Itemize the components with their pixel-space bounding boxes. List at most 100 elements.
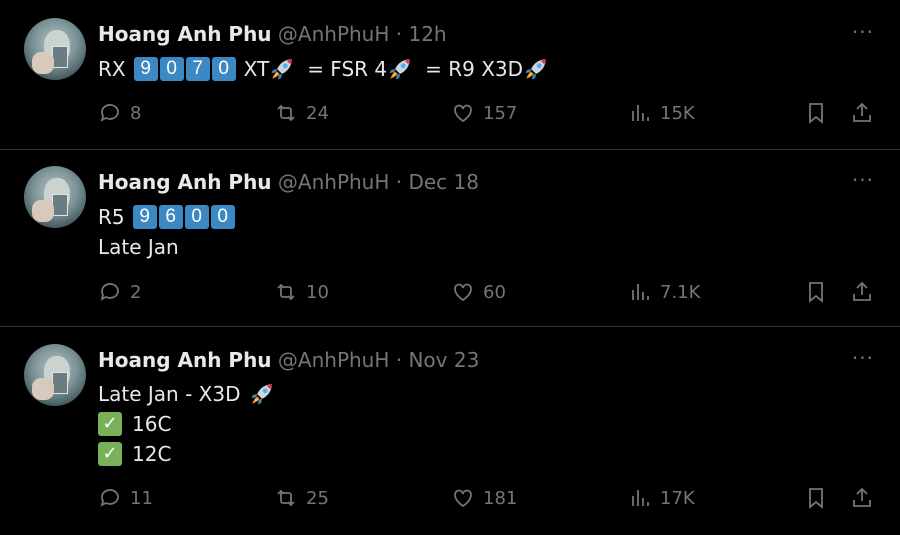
share-button[interactable] [850,101,874,125]
more-options-icon[interactable]: ··· [852,168,874,192]
reply-count: 8 [130,102,142,124]
text-end: = R9 X3D [425,57,524,81]
reply-count: 11 [130,487,153,509]
tweet-line: R5 9 6 0 0 [98,202,237,232]
timestamp[interactable]: Nov 23 [408,348,479,372]
keycap-digit: 9 [132,205,157,229]
like-button[interactable]: 60 [451,280,506,304]
tweet[interactable]: Hoang Anh Phu @AnhPhuH · Nov 23 ··· Late… [0,327,900,535]
views-button[interactable]: 7.1K [628,280,700,304]
rocket-emoji-icon [249,381,275,407]
text-line: 16C [132,412,172,436]
timestamp[interactable]: 12h [408,22,446,46]
tweet-text: R5 9 6 0 0 Late Jan [98,202,237,262]
tweet-line: RX 9 0 7 0 XT = FSR 4 = R9 X3D [98,54,549,84]
views-count: 17K [660,487,695,509]
retweet-button[interactable]: 10 [274,280,329,304]
like-button[interactable]: 157 [451,101,517,125]
retweet-count: 24 [306,102,329,124]
tweet-header: Hoang Anh Phu @AnhPhuH · Dec 18 [98,170,479,194]
share-button[interactable] [850,280,874,304]
reply-icon [100,104,119,122]
more-options-icon[interactable]: ··· [852,20,874,44]
share-icon [853,281,871,301]
avatar[interactable] [24,166,86,228]
author-name[interactable]: Hoang Anh Phu [98,348,272,372]
avatar[interactable] [24,344,86,406]
timestamp[interactable]: Dec 18 [408,170,479,194]
keycap-digit: 6 [158,205,183,229]
separator-dot: · [395,170,403,194]
retweet-icon [277,489,295,507]
keycap-digit: 0 [184,205,209,229]
avatar-hand [32,52,54,74]
keycap-digit: 0 [211,57,236,81]
bookmark-button[interactable] [804,486,828,510]
tweet-text: Late Jan - X3D ✓ 16C ✓ 12C [98,379,275,469]
bookmark-button[interactable] [804,280,828,304]
bookmark-icon [809,488,823,509]
text-line: Late Jan - X3D [98,382,241,406]
author-name[interactable]: Hoang Anh Phu [98,170,272,194]
retweet-count: 10 [306,281,329,303]
action-bar: 2 10 60 7.1K [98,280,876,310]
avatar-hand [32,200,54,222]
text-line: 12C [132,442,172,466]
author-handle[interactable]: @AnhPhuH [278,22,389,46]
like-count: 157 [483,102,518,124]
more-options-icon[interactable]: ··· [852,346,874,370]
views-count: 7.1K [660,281,701,303]
retweet-button[interactable]: 24 [274,101,329,125]
tweet-line: Late Jan - X3D [98,379,275,409]
keycap-digit: 7 [185,57,210,81]
rocket-emoji-icon [387,56,413,82]
bookmark-icon [809,282,823,303]
keycap-digit: 0 [210,205,235,229]
avatar-card [52,372,68,394]
author-name[interactable]: Hoang Anh Phu [98,22,272,46]
share-button[interactable] [850,486,874,510]
like-count: 60 [483,281,506,303]
tweet-header: Hoang Anh Phu @AnhPhuH · 12h [98,22,447,46]
views-button[interactable]: 15K [628,101,695,125]
views-button[interactable]: 17K [628,486,695,510]
avatar-card [52,46,68,68]
tweet-line: ✓ 16C [98,409,275,439]
text-prefix: RX [98,57,126,81]
bookmark-icon [809,103,823,124]
avatar[interactable] [24,18,86,80]
retweet-button[interactable]: 25 [274,486,329,510]
check-mark-icon: ✓ [98,412,122,436]
avatar-hand [32,378,54,400]
author-handle[interactable]: @AnhPhuH [278,170,389,194]
text-suffix: XT [243,57,270,81]
reply-button[interactable]: 11 [98,486,153,510]
views-chart-icon [632,284,649,300]
views-chart-icon [632,490,649,506]
tweet-text: RX 9 0 7 0 XT = FSR 4 = R9 X3D [98,54,549,84]
text-prefix: R5 [98,205,125,229]
avatar-card [52,194,68,216]
check-mark-icon: ✓ [98,442,122,466]
author-handle[interactable]: @AnhPhuH [278,348,389,372]
rocket-emoji-icon [269,56,295,82]
reply-button[interactable]: 8 [98,101,141,125]
retweet-icon [277,104,295,122]
keycap-digit: 0 [159,57,184,81]
separator-dot: · [395,22,403,46]
like-button[interactable]: 181 [451,486,517,510]
bookmark-button[interactable] [804,101,828,125]
retweet-count: 25 [306,487,329,509]
share-icon [853,102,871,122]
heart-icon [454,104,472,123]
tweet[interactable]: Hoang Anh Phu @AnhPhuH · Dec 18 ··· R5 9… [0,150,900,327]
reply-button[interactable]: 2 [98,280,141,304]
views-count: 15K [660,102,695,124]
action-bar: 8 24 157 15K [98,101,876,131]
separator-dot: · [395,348,403,372]
tweet[interactable]: Hoang Anh Phu @AnhPhuH · 12h ··· RX 9 0 … [0,0,900,150]
retweet-icon [277,283,295,301]
like-count: 181 [483,487,518,509]
views-chart-icon [632,105,649,121]
heart-icon [454,283,472,302]
